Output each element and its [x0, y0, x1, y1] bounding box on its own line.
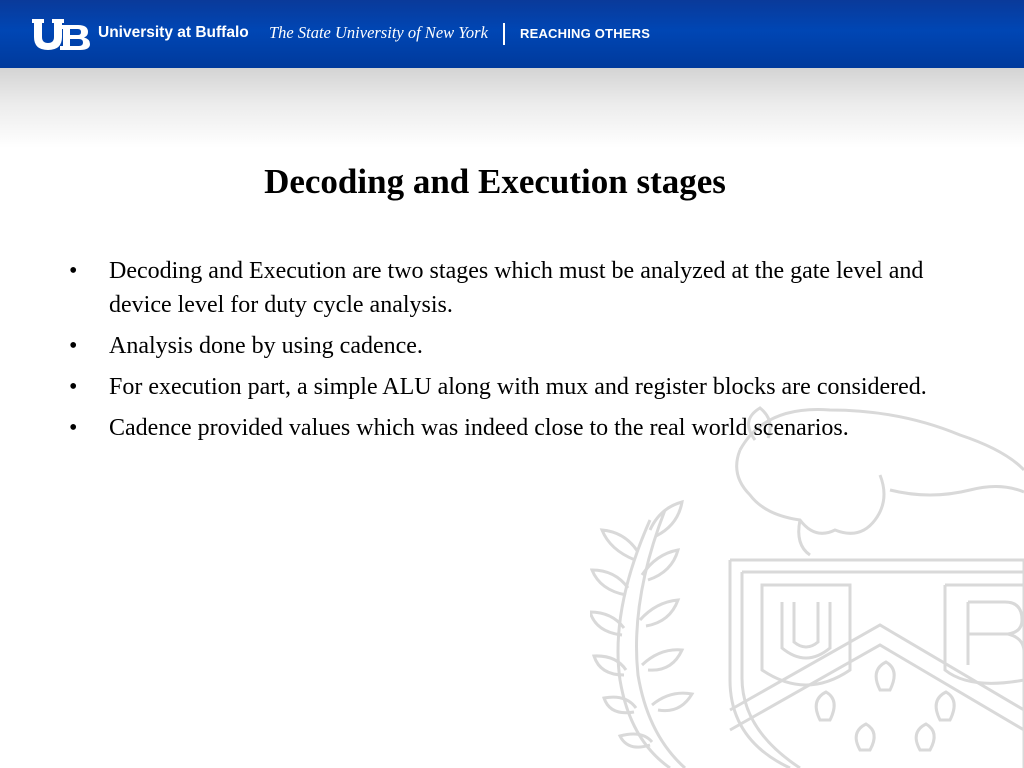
list-item: • For execution part, a simple ALU along…: [60, 370, 980, 404]
ub-logo-icon: [32, 19, 90, 50]
bullet-text: For execution part, a simple ALU along w…: [109, 374, 927, 400]
slide: University at Buffalo The State Universi…: [0, 0, 1024, 768]
header-shade: [0, 68, 1024, 148]
bullet-icon: •: [69, 415, 78, 441]
list-item: • Decoding and Execution are two stages …: [60, 254, 980, 322]
bullet-icon: •: [69, 258, 78, 284]
bullet-text: Cadence provided values which was indeed…: [109, 415, 849, 441]
bullet-list: • Decoding and Execution are two stages …: [60, 254, 980, 452]
slide-title: Decoding and Execution stages: [264, 162, 726, 201]
header-divider: [503, 23, 505, 45]
list-item: • Analysis done by using cadence.: [60, 329, 980, 363]
list-item: • Cadence provided values which was inde…: [60, 411, 980, 445]
university-name: University at Buffalo: [98, 24, 249, 41]
header-tagline: REACHING OTHERS: [520, 26, 651, 41]
state-university-name: The State University of New York: [269, 23, 488, 42]
bullet-text: Analysis done by using cadence.: [109, 333, 423, 359]
header-bar: University at Buffalo The State Universi…: [0, 0, 1024, 68]
bullet-icon: •: [69, 374, 78, 400]
bullet-icon: •: [69, 333, 78, 359]
bullet-text: Decoding and Execution are two stages wh…: [109, 258, 924, 318]
